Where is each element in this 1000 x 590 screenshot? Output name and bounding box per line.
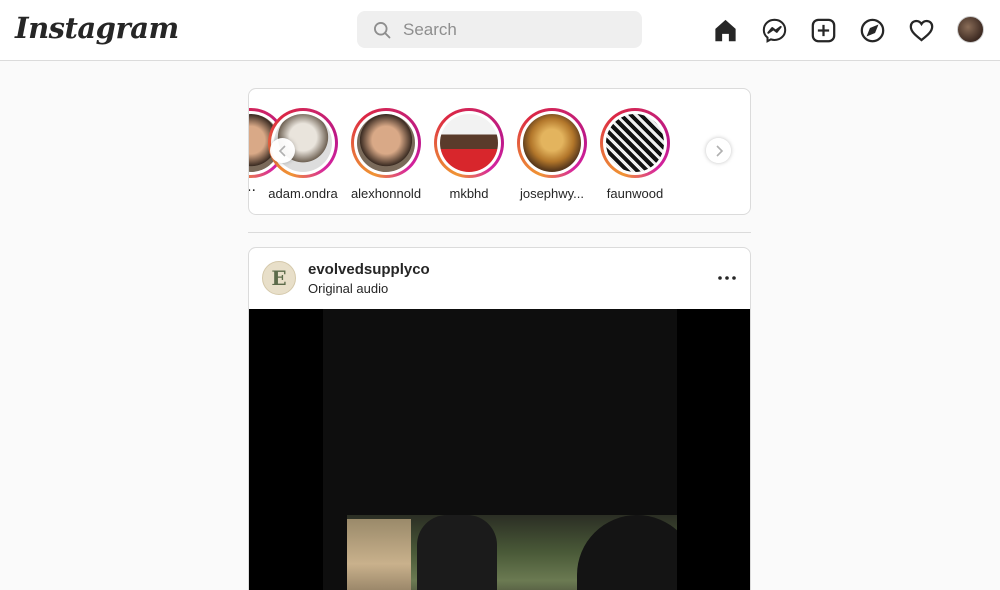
search-input[interactable] [403, 11, 633, 48]
chevron-right-icon [715, 144, 723, 157]
story-avatar [606, 114, 664, 172]
more-dots-icon [718, 276, 736, 280]
story-username: adam.ondra [268, 186, 338, 201]
home-icon[interactable] [711, 16, 739, 44]
feed-post: E evolvedsupplyco Original audio [248, 247, 751, 590]
story-username: josephwy... [519, 186, 585, 201]
post-video[interactable] [323, 309, 677, 590]
post-media[interactable] [249, 309, 750, 590]
story-item[interactable]: alexhonnold [345, 108, 427, 201]
post-audio-label[interactable]: Original audio [308, 281, 388, 296]
story-avatar [357, 114, 415, 172]
stories-prev-arrow[interactable] [270, 138, 295, 163]
post-avatar[interactable]: E [262, 261, 296, 295]
story-username: .. [249, 178, 256, 195]
instagram-logo[interactable]: Instagram [15, 11, 179, 45]
new-post-icon[interactable] [809, 16, 837, 44]
chevron-left-icon [278, 144, 286, 157]
more-options-button[interactable] [715, 266, 739, 290]
story-avatar [440, 114, 498, 172]
feed-divider [248, 232, 751, 233]
messenger-icon[interactable] [760, 16, 788, 44]
stories-next-arrow[interactable] [706, 138, 731, 163]
story-item-partial[interactable]: .. [249, 108, 286, 196]
post-username[interactable]: evolvedsupplyco [308, 261, 430, 278]
search-icon [374, 22, 391, 39]
top-navigation-bar: Instagram [0, 0, 1000, 61]
story-username: alexhonnold [350, 186, 422, 201]
explore-icon[interactable] [858, 16, 886, 44]
search-box[interactable] [357, 11, 642, 48]
stories-tray: .. adam.ondra alexhonnold mkbhd josephwy… [248, 88, 751, 215]
story-avatar [523, 114, 581, 172]
activity-heart-icon[interactable] [907, 16, 935, 44]
story-username: faunwood [606, 186, 664, 201]
video-frame [347, 515, 677, 590]
story-item[interactable]: josephwy... [511, 108, 593, 201]
story-item[interactable]: mkbhd [428, 108, 510, 201]
profile-avatar[interactable] [957, 16, 984, 43]
story-item[interactable]: faunwood [594, 108, 676, 201]
story-username: mkbhd [449, 186, 489, 201]
